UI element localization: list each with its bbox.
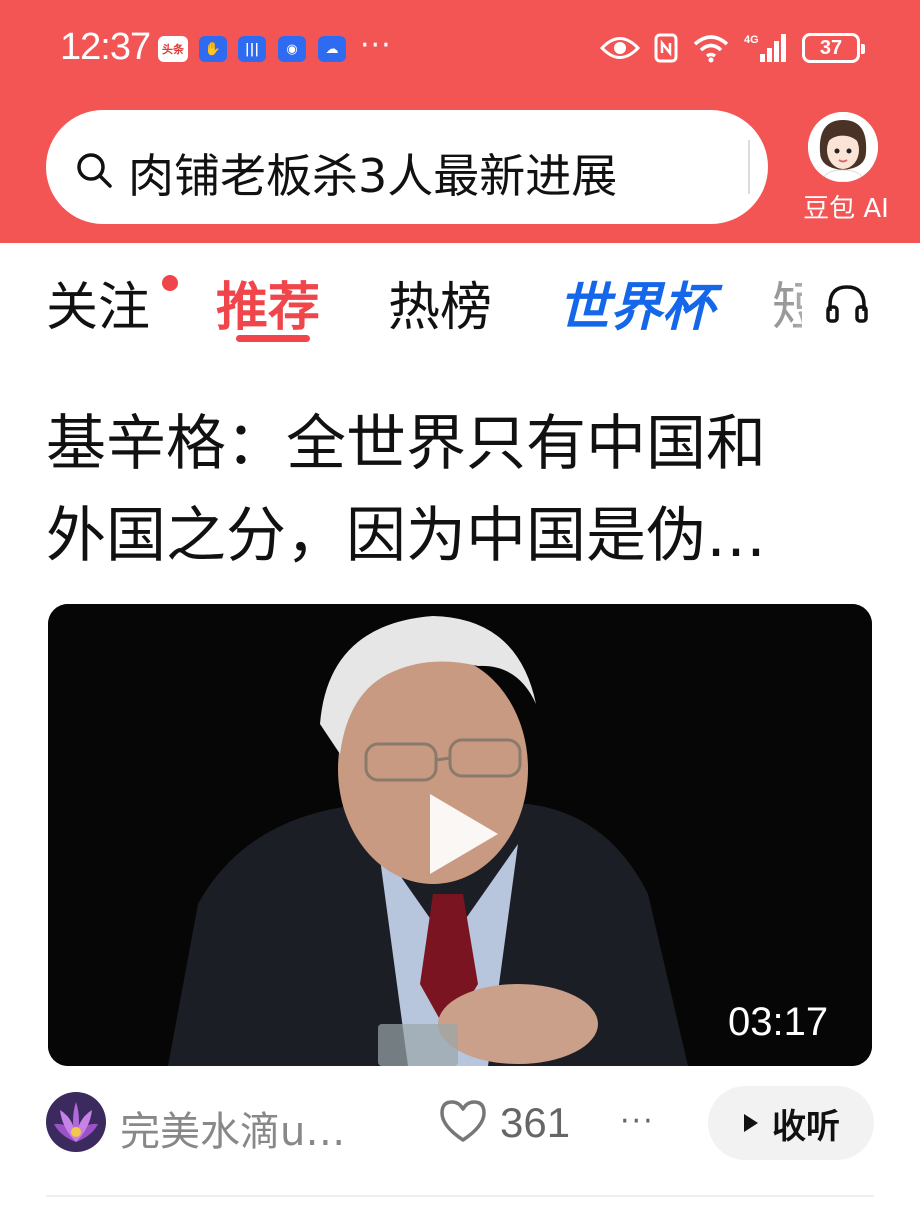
headphone-icon[interactable] <box>822 279 872 329</box>
video-duration: 03:17 <box>728 1000 829 1044</box>
author-name[interactable]: 完美水滴u… <box>120 1099 345 1157</box>
wifi-icon <box>693 35 729 63</box>
play-icon[interactable] <box>408 784 508 884</box>
toutiao-notification-icon: 头条 <box>158 36 188 62</box>
svg-text:4G: 4G <box>744 34 759 46</box>
nfc-icon <box>654 33 678 63</box>
listen-button[interactable]: 收听 <box>708 1086 874 1160</box>
channel-tabs: 关注 推荐 热榜 世界杯 短 <box>0 243 920 353</box>
active-tab-indicator <box>236 335 310 342</box>
feed-divider <box>46 1195 874 1197</box>
tab-following-unread-dot <box>162 275 178 291</box>
cloud-app-notification-icon: ☁ <box>318 36 346 62</box>
search-query-text: 肉铺老板杀3人最新进展 <box>128 149 618 203</box>
listen-label: 收听 <box>772 1106 840 1147</box>
doubao-ai-button[interactable]: 豆包 AI <box>796 112 896 224</box>
eye-comfort-icon <box>600 37 640 59</box>
doubao-ai-label: 豆包 AI <box>803 194 889 224</box>
author-avatar[interactable] <box>46 1092 106 1152</box>
battery-indicator: 37 <box>802 33 865 63</box>
article-title-line-1: 基辛格：全世界只有中国和 <box>46 409 766 479</box>
tab-recommended[interactable]: 推荐 <box>216 265 320 340</box>
tab-world-cup[interactable]: 世界杯 <box>558 265 714 340</box>
article-title-line-2: 外国之分，因为中国是伪… <box>46 501 766 571</box>
hand-app-notification-icon: ✋ <box>199 36 227 62</box>
video-player[interactable]: 03:17 <box>48 604 872 1066</box>
tab-hot-list[interactable]: 热榜 <box>388 265 492 340</box>
tab-following[interactable]: 关注 <box>46 265 150 340</box>
doubao-avatar <box>808 112 878 182</box>
play-small-icon <box>744 1114 758 1132</box>
bulb-app-notification-icon: ◉ <box>278 36 306 62</box>
like-count: 361 <box>500 1099 571 1146</box>
top-header: 12:37 头条 ✋ ||| ◉ ☁ ··· 4G 37 肉铺老板杀3人最新进展… <box>0 0 920 243</box>
article-title[interactable]: 基辛格：全世界只有中国和 外国之分，因为中国是伪… <box>46 398 876 582</box>
status-bar: 12:37 头条 ✋ ||| ◉ ☁ ··· 4G 37 <box>0 0 920 96</box>
heart-icon[interactable] <box>438 1098 488 1144</box>
cellular-signal-icon: 4G <box>744 34 786 62</box>
search-icon <box>77 153 112 188</box>
search-divider <box>748 140 750 194</box>
more-notifications-icon: ··· <box>360 28 392 63</box>
clock: 12:37 <box>60 26 151 68</box>
search-bar[interactable]: 肉铺老板杀3人最新进展 <box>46 110 768 224</box>
status-icons: 4G 37 <box>600 30 865 66</box>
audio-app-notification-icon: ||| <box>238 36 266 62</box>
more-options-icon[interactable]: ··· <box>620 1104 655 1139</box>
